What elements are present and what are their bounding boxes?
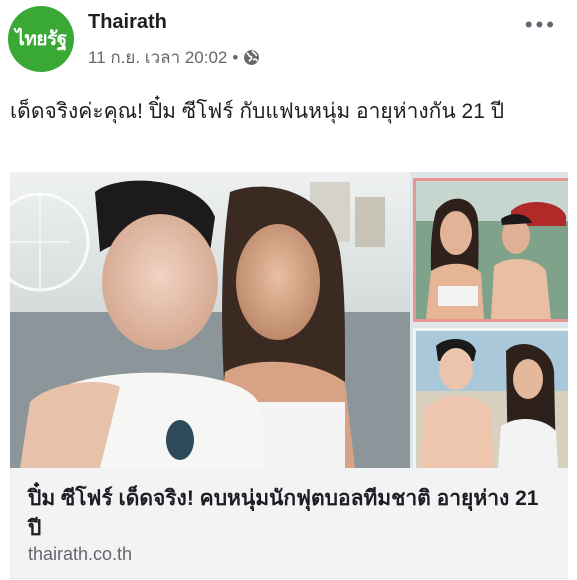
link-preview[interactable]: ปิ๋ม ซีโฟร์ เด็ดจริง! คบหนุ่มนักฟุตบอลที… bbox=[10, 468, 568, 579]
more-options-button[interactable]: ••• bbox=[525, 12, 557, 38]
meta-separator: • bbox=[232, 47, 239, 67]
post-meta: 11 ก.ย. เวลา 20:02 • bbox=[88, 44, 260, 71]
main-photo bbox=[10, 172, 410, 468]
post-header: ไทยรัฐ Thairath 11 ก.ย. เวลา 20:02 • ••• bbox=[0, 0, 577, 80]
link-domain: thairath.co.th bbox=[28, 544, 133, 564]
link-title[interactable]: ปิ๋ม ซีโฟร์ เด็ดจริง! คบหนุ่มนักฟุตบอลที… bbox=[28, 484, 548, 544]
globe-icon[interactable] bbox=[243, 49, 260, 66]
page-avatar[interactable]: ไทยรัฐ bbox=[8, 6, 74, 72]
post-image[interactable] bbox=[10, 172, 568, 468]
inset-photo-2 bbox=[413, 328, 568, 468]
post-text: เด็ดจริงค่ะคุณ! ปิ๋ม ซีโฟร์ กับแฟนหนุ่ม … bbox=[10, 100, 505, 123]
post-timestamp[interactable]: 11 ก.ย. เวลา 20:02 bbox=[88, 44, 227, 71]
inset-photo-1 bbox=[413, 178, 568, 322]
page-name[interactable]: Thairath bbox=[88, 11, 167, 34]
